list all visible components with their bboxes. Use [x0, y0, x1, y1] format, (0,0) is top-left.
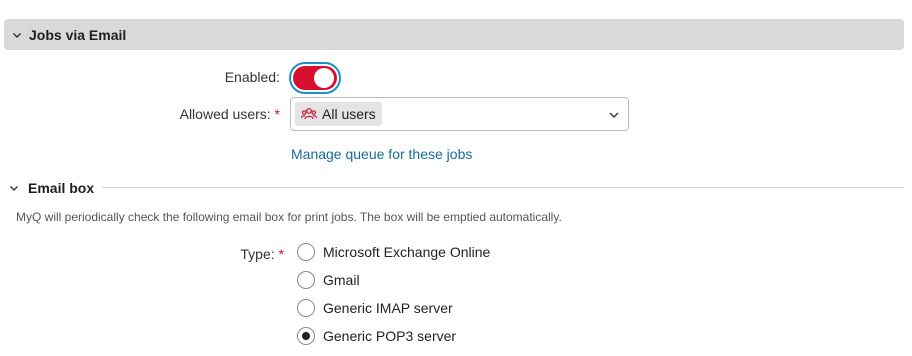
email-box-description: MyQ will periodically check the followin…: [16, 210, 562, 224]
selected-chip-label: All users: [322, 106, 376, 122]
chevron-down-icon: [10, 186, 18, 191]
toggle-knob: [314, 68, 334, 88]
manage-queue-link[interactable]: Manage queue for these jobs: [291, 146, 472, 162]
chevron-down-icon[interactable]: [608, 109, 620, 121]
allowed-users-select[interactable]: All users: [290, 97, 629, 131]
radio-button-selected[interactable]: [297, 327, 315, 345]
section-title: Jobs via Email: [29, 26, 127, 43]
radio-label: Generic POP3 server: [323, 328, 457, 344]
users-icon: [301, 108, 317, 120]
required-asterisk: *: [274, 106, 280, 122]
radio-option-imap[interactable]: Generic IMAP server: [297, 299, 453, 317]
radio-option-gmail[interactable]: Gmail: [297, 271, 360, 289]
type-label-group: Type: *: [200, 246, 284, 262]
required-asterisk: *: [278, 246, 284, 262]
radio-label: Generic IMAP server: [323, 300, 453, 316]
radio-label: Microsoft Exchange Online: [323, 244, 491, 260]
jobs-via-email-header[interactable]: Jobs via Email: [4, 19, 904, 50]
email-box-header[interactable]: Email box: [8, 180, 94, 196]
email-box-title: Email box: [28, 180, 95, 196]
enabled-label: Enabled:: [224, 69, 280, 85]
radio-option-exchange-online[interactable]: Microsoft Exchange Online: [297, 243, 490, 261]
type-label: Type:: [240, 246, 275, 262]
selected-chip[interactable]: All users: [295, 102, 382, 126]
radio-button[interactable]: [297, 243, 315, 261]
radio-button[interactable]: [297, 271, 315, 289]
divider: [102, 187, 904, 188]
allowed-users-label-group: Allowed users: *: [150, 106, 280, 122]
toggle-track: [293, 66, 337, 90]
chevron-down-icon: [13, 32, 21, 38]
allowed-users-label: Allowed users:: [179, 106, 271, 122]
radio-button[interactable]: [297, 299, 315, 317]
radio-label: Gmail: [323, 272, 360, 288]
radio-option-pop3[interactable]: Generic POP3 server: [297, 327, 456, 345]
enabled-toggle[interactable]: [289, 62, 341, 94]
